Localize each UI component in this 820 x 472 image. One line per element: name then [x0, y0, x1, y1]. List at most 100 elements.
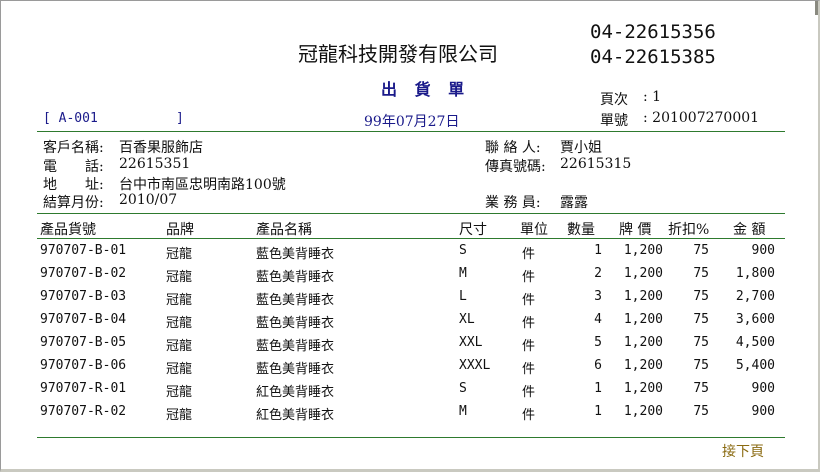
cell-list-price: 1,200	[623, 266, 663, 281]
cell-unit: 件	[522, 247, 536, 262]
header-rule	[37, 131, 785, 132]
cell-brand: 冠龍	[166, 247, 193, 262]
cell-brand: 冠龍	[166, 270, 193, 285]
cell-amount: 2,700	[735, 289, 775, 304]
cell-product-name: 藍色美背睡衣	[256, 339, 335, 354]
cell-size: XXXL	[459, 358, 491, 373]
cell-product-name: 紅色美背睡衣	[256, 408, 335, 423]
next-page-link[interactable]: 接下頁	[722, 441, 764, 461]
cell-quantity: 4	[594, 312, 602, 327]
cell-unit: 件	[522, 316, 536, 331]
cell-list-price: 1,200	[623, 358, 663, 373]
cell-product-code: 970707-B-02	[40, 266, 127, 281]
cell-unit: 件	[522, 385, 536, 400]
cell-unit: 件	[522, 408, 536, 423]
customer-name-label: 客戶名稱:	[43, 140, 104, 156]
cell-quantity: 1	[594, 404, 602, 419]
cell-discount: 75	[693, 266, 709, 281]
cell-brand: 冠龍	[166, 293, 193, 308]
cell-list-price: 1,200	[623, 381, 663, 396]
table-header-rule	[37, 238, 785, 239]
salesperson: 露露	[560, 195, 588, 211]
cell-size: S	[459, 381, 467, 396]
cell-product-name: 藍色美背睡衣	[256, 316, 335, 331]
cell-list-price: 1,200	[623, 243, 663, 258]
cell-size: M	[459, 266, 467, 281]
document-title: 出 貨 單	[381, 80, 471, 99]
cell-list-price: 1,200	[623, 404, 663, 419]
cell-brand: 冠龍	[166, 316, 193, 331]
cell-discount: 75	[693, 335, 709, 350]
col-header-unit: 單位	[520, 222, 548, 238]
cell-unit: 件	[522, 293, 536, 308]
billing-month: 2010/07	[119, 192, 178, 208]
cell-quantity: 1	[594, 243, 602, 258]
cell-amount: 900	[751, 243, 775, 258]
document-date: 99年07月27日	[364, 114, 460, 130]
cell-quantity: 2	[594, 266, 602, 281]
reference-code: [ A-001 ]	[43, 111, 184, 126]
customer-address: 台中市南區忠明南路100號	[119, 177, 286, 193]
customer-address-label: 地 址:	[43, 177, 104, 193]
customer-phone: 22615351	[119, 156, 191, 172]
cell-amount: 1,800	[735, 266, 775, 281]
cell-discount: 75	[693, 312, 709, 327]
info-rule	[37, 213, 785, 214]
cell-product-code: 970707-R-02	[40, 404, 127, 419]
cell-product-code: 970707-B-05	[40, 335, 127, 350]
cell-unit: 件	[522, 270, 536, 285]
cell-list-price: 1,200	[623, 335, 663, 350]
page-label: 頁次	[600, 92, 628, 108]
cell-product-code: 970707-B-03	[40, 289, 127, 304]
cell-discount: 75	[693, 358, 709, 373]
cell-product-name: 藍色美背睡衣	[256, 293, 335, 308]
company-name: 冠龍科技開發有限公司	[298, 42, 498, 66]
cell-amount: 4,500	[735, 335, 775, 350]
cell-quantity: 1	[594, 381, 602, 396]
cell-brand: 冠龍	[166, 385, 193, 400]
col-header-quantity: 數量	[567, 222, 595, 238]
cell-discount: 75	[693, 243, 709, 258]
contact-label: 聯 絡 人:	[485, 140, 541, 156]
cell-quantity: 6	[594, 358, 602, 373]
cell-product-code: 970707-B-01	[40, 243, 127, 258]
cell-quantity: 3	[594, 289, 602, 304]
cell-product-code: 970707-B-04	[40, 312, 127, 327]
cell-product-name: 藍色美背睡衣	[256, 247, 335, 262]
cell-unit: 件	[522, 362, 536, 377]
col-header-product-code: 產品貨號	[40, 222, 96, 238]
col-header-size: 尺寸	[459, 222, 487, 238]
cell-brand: 冠龍	[166, 362, 193, 377]
cell-brand: 冠龍	[166, 339, 193, 354]
doc-number-value: : 201007270001	[643, 110, 760, 126]
cell-product-name: 紅色美背睡衣	[256, 385, 335, 400]
scrollbar-corner	[815, 1, 818, 15]
cell-discount: 75	[693, 404, 709, 419]
cell-amount: 5,400	[735, 358, 775, 373]
footer-rule	[37, 437, 785, 438]
doc-number-label: 單號	[600, 113, 628, 129]
cell-amount: 900	[751, 381, 775, 396]
cell-brand: 冠龍	[166, 408, 193, 423]
cell-size: L	[459, 289, 467, 304]
salesperson-label: 業 務 員:	[485, 195, 541, 211]
billing-month-label: 結算月份:	[43, 195, 104, 211]
cell-amount: 3,600	[735, 312, 775, 327]
col-header-discount: 折扣%	[668, 222, 710, 238]
fax-number: 22615315	[560, 156, 632, 172]
cell-list-price: 1,200	[623, 289, 663, 304]
col-header-brand: 品牌	[166, 222, 194, 238]
cell-product-code: 970707-R-01	[40, 381, 127, 396]
col-header-product-name: 產品名稱	[256, 222, 312, 238]
fax-label: 傳真號碼:	[485, 159, 546, 175]
customer-phone-label: 電 話:	[43, 159, 104, 175]
cell-size: S	[459, 243, 467, 258]
col-header-list-price: 牌 價	[619, 222, 652, 238]
cell-amount: 900	[751, 404, 775, 419]
cell-size: M	[459, 404, 467, 419]
cell-unit: 件	[522, 339, 536, 354]
cell-product-name: 藍色美背睡衣	[256, 270, 335, 285]
cell-product-name: 藍色美背睡衣	[256, 362, 335, 377]
page-value: : 1	[643, 89, 662, 105]
company-phone-1: 04-22615356	[590, 21, 716, 43]
